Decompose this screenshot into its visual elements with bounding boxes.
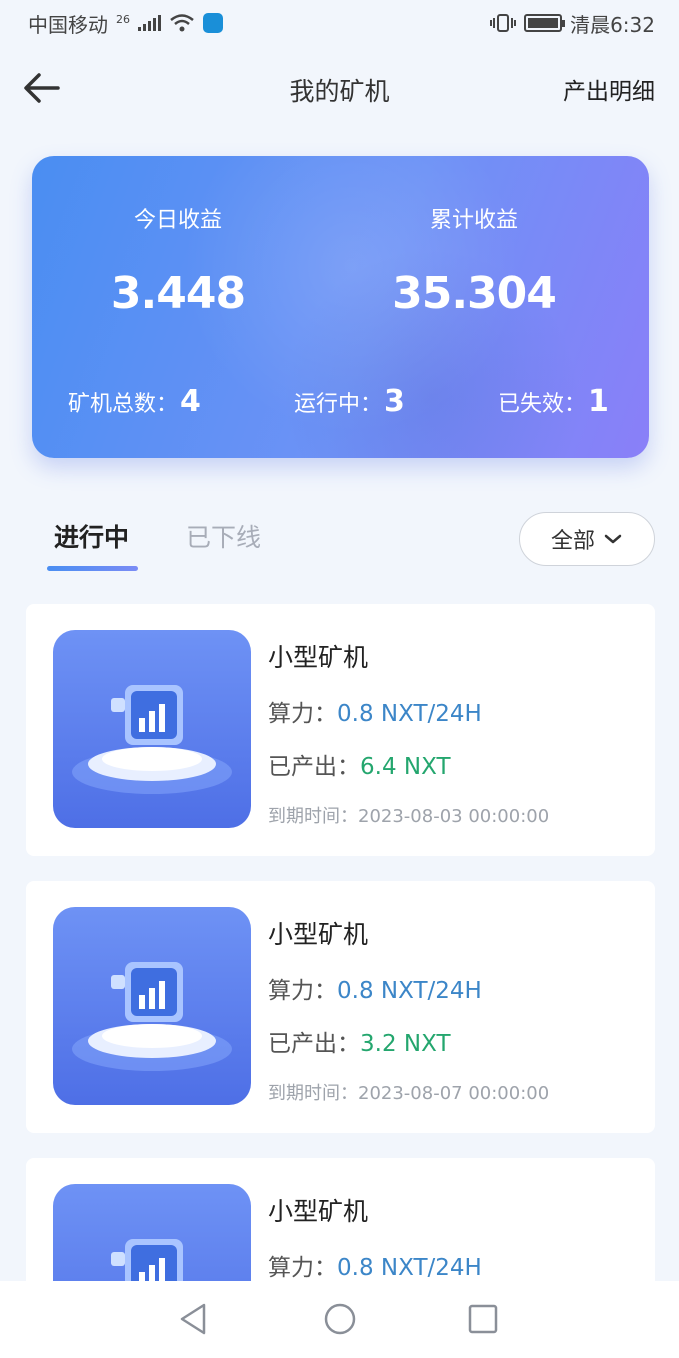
miner-card[interactable]: 小型矿机 算力：0.8 NXT/24H — [26, 1158, 655, 1281]
miner-total-label: 矿机总数： — [68, 392, 179, 417]
expire-label: 到期时间： — [268, 1083, 358, 1104]
today-earnings-value: 3.448 — [110, 268, 246, 319]
chevron-down-icon — [604, 534, 622, 544]
power-label: 算力： — [268, 701, 337, 727]
output-value: 6.4 NXT — [360, 754, 451, 780]
expire-value: 2023-08-07 00:00:00 — [358, 1083, 550, 1104]
tab-running[interactable]: 进行中 — [54, 518, 129, 554]
miner-expire: 到期时间：2023-08-03 00:00:00 — [268, 802, 549, 828]
carrier-name: 中国移动 — [28, 12, 108, 37]
filter-dropdown[interactable]: 全部 — [519, 512, 655, 566]
miner-total-value: 4 — [180, 384, 201, 419]
invalid-count: 已失效： 1 — [498, 384, 609, 419]
miner-power: 算力：0.8 NXT/24H — [268, 971, 482, 1005]
today-earnings-label: 今日收益 — [133, 208, 222, 233]
expire-label: 到期时间： — [268, 806, 358, 827]
system-nav-bar — [0, 1281, 679, 1358]
miner-card[interactable]: 小型矿机 算力：0.8 NXT/24H 已产出：3.2 NXT 到期时间：202… — [26, 881, 655, 1133]
filter-label: 全部 — [550, 529, 595, 554]
back-arrow-icon — [24, 73, 60, 103]
clock: 清晨6:32 — [570, 12, 655, 37]
back-button[interactable] — [20, 66, 64, 110]
power-label: 算力： — [268, 978, 337, 1004]
invalid-label: 已失效： — [498, 392, 587, 417]
power-label: 算力： — [268, 1255, 337, 1281]
battery-icon — [524, 14, 566, 32]
nav-home-icon[interactable] — [322, 1301, 358, 1337]
header: 我的矿机 产出明细 — [0, 56, 679, 120]
miner-card[interactable]: 小型矿机 算力：0.8 NXT/24H 已产出：6.4 NXT 到期时间：202… — [26, 604, 655, 856]
miner-total-count: 矿机总数： 4 — [68, 384, 201, 419]
running-label: 运行中： — [294, 392, 383, 417]
tab-offline[interactable]: 已下线 — [186, 518, 261, 554]
miner-name: 小型矿机 — [268, 643, 369, 672]
miner-output: 已产出：3.2 NXT — [268, 1024, 451, 1058]
expire-value: 2023-08-03 00:00:00 — [358, 806, 550, 827]
miner-output: 已产出：6.4 NXT — [268, 747, 451, 781]
power-value: 0.8 NXT/24H — [337, 978, 482, 1004]
running-count: 运行中： 3 — [294, 384, 405, 419]
power-value: 0.8 NXT/24H — [337, 1255, 482, 1281]
signal-icon — [138, 15, 161, 31]
miner-name: 小型矿机 — [268, 1197, 369, 1226]
output-label: 已产出： — [268, 1031, 360, 1057]
miner-power: 算力：0.8 NXT/24H — [268, 1248, 482, 1281]
miner-image — [53, 630, 251, 828]
earnings-summary-card: 今日收益 3.448 累计收益 35.304 矿机总数： 4 运行中： 3 已失… — [32, 156, 649, 458]
nav-recent-apps-icon[interactable] — [465, 1301, 501, 1337]
power-value: 0.8 NXT/24H — [337, 701, 482, 727]
running-value: 3 — [384, 384, 405, 419]
invalid-value: 1 — [588, 384, 609, 419]
miner-image — [53, 1184, 251, 1281]
miner-expire: 到期时间：2023-08-07 00:00:00 — [268, 1079, 549, 1105]
output-label: 已产出： — [268, 754, 360, 780]
vibrate-icon — [490, 14, 517, 32]
wifi-icon — [170, 14, 194, 32]
status-bar: 中国移动 26 清晨6:32 — [0, 0, 679, 46]
total-earnings-value: 35.304 — [392, 268, 557, 319]
total-earnings-label: 累计收益 — [429, 208, 518, 233]
network-type: 26 — [116, 12, 130, 26]
output-detail-link[interactable]: 产出明细 — [563, 72, 655, 106]
miner-power: 算力：0.8 NXT/24H — [268, 694, 482, 728]
security-app-icon — [203, 13, 223, 33]
output-value: 3.2 NXT — [360, 1031, 451, 1057]
active-tab-indicator — [47, 566, 138, 571]
miner-name: 小型矿机 — [268, 920, 369, 949]
status-tabs: 进行中 已下线 全部 — [0, 512, 679, 576]
nav-back-icon[interactable] — [176, 1301, 212, 1337]
miner-image — [53, 907, 251, 1105]
